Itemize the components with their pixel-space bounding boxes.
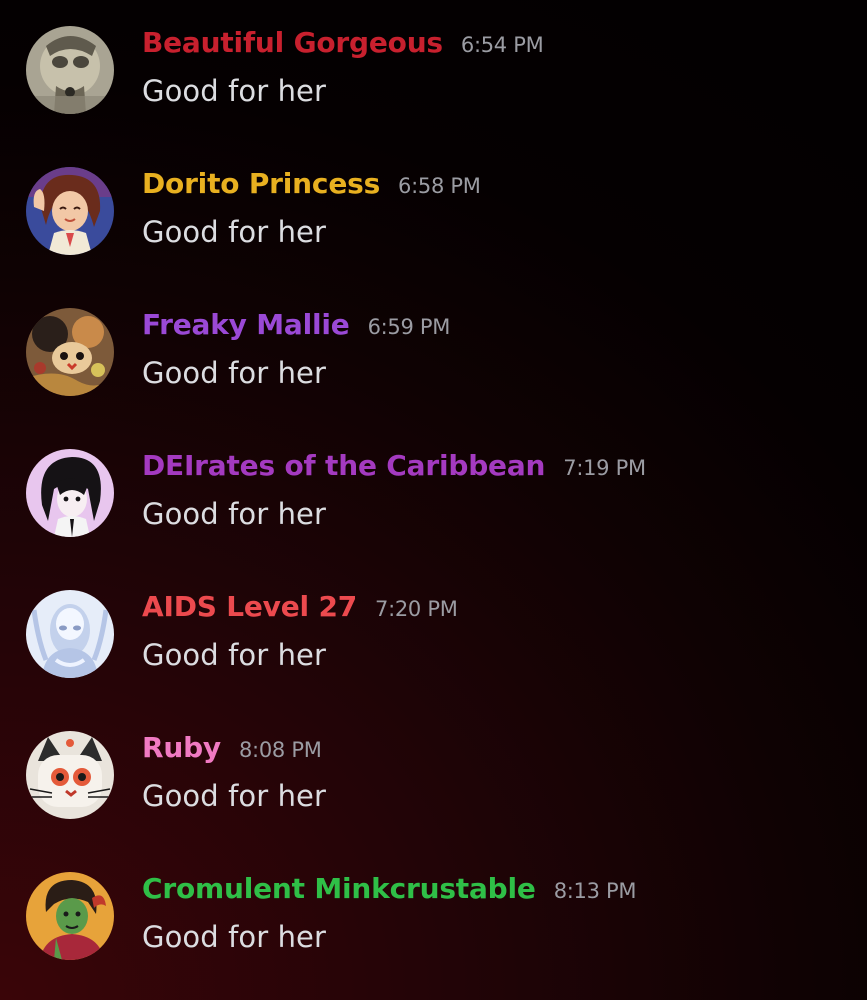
user-avatar[interactable] <box>26 26 114 114</box>
username[interactable]: Beautiful Gorgeous <box>142 26 443 59</box>
avatar-image <box>26 167 114 255</box>
message-list: Beautiful Gorgeous 6:54 PM Good for her D… <box>0 0 867 1000</box>
message-item: Beautiful Gorgeous 6:54 PM Good for her <box>0 3 867 133</box>
timestamp: 8:08 PM <box>239 738 322 762</box>
message-text: Good for her <box>142 74 327 108</box>
avatar-image <box>26 731 114 819</box>
user-avatar[interactable] <box>26 167 114 255</box>
user-avatar[interactable] <box>26 449 114 537</box>
user-avatar[interactable] <box>26 731 114 819</box>
avatar-image <box>26 308 114 396</box>
message-text: Good for her <box>142 497 327 531</box>
timestamp: 7:20 PM <box>375 597 458 621</box>
message-text: Good for her <box>142 920 327 954</box>
user-avatar[interactable] <box>26 872 114 960</box>
avatar-image <box>26 872 114 960</box>
message-item: DEIrates of the Caribbean 7:19 PM Good fo… <box>0 426 867 556</box>
timestamp: 7:19 PM <box>563 456 646 480</box>
avatar-image <box>26 449 114 537</box>
message-text: Good for her <box>142 779 327 813</box>
user-avatar[interactable] <box>26 590 114 678</box>
user-avatar[interactable] <box>26 308 114 396</box>
timestamp: 6:58 PM <box>398 174 481 198</box>
timestamp: 6:59 PM <box>367 315 451 339</box>
username[interactable]: Cromulent Minkcrustable <box>142 872 536 905</box>
message-item: Cromulent Minkcrustable 8:13 PM Good for … <box>0 849 867 979</box>
avatar-image <box>26 26 114 114</box>
avatar-image <box>26 590 114 678</box>
username[interactable]: Ruby <box>142 731 221 764</box>
message-text: Good for her <box>142 356 327 390</box>
message-item: Freaky Mallie 6:59 PM Good for her <box>0 285 867 415</box>
message-text: Good for her <box>142 215 327 249</box>
message-item: Dorito Princess 6:58 PM Good for her <box>0 144 867 274</box>
username[interactable]: Freaky Mallie <box>142 308 350 341</box>
username[interactable]: Dorito Princess <box>142 167 380 200</box>
message-item: AIDS Level 27 7:20 PM Good for her <box>0 567 867 697</box>
username[interactable]: AIDS Level 27 <box>142 590 357 623</box>
username[interactable]: DEIrates of the Caribbean <box>142 449 545 482</box>
message-text: Good for her <box>142 638 327 672</box>
timestamp: 8:13 PM <box>553 879 637 903</box>
timestamp: 6:54 PM <box>460 33 544 57</box>
message-item: Ruby 8:08 PM Good for her <box>0 708 867 838</box>
